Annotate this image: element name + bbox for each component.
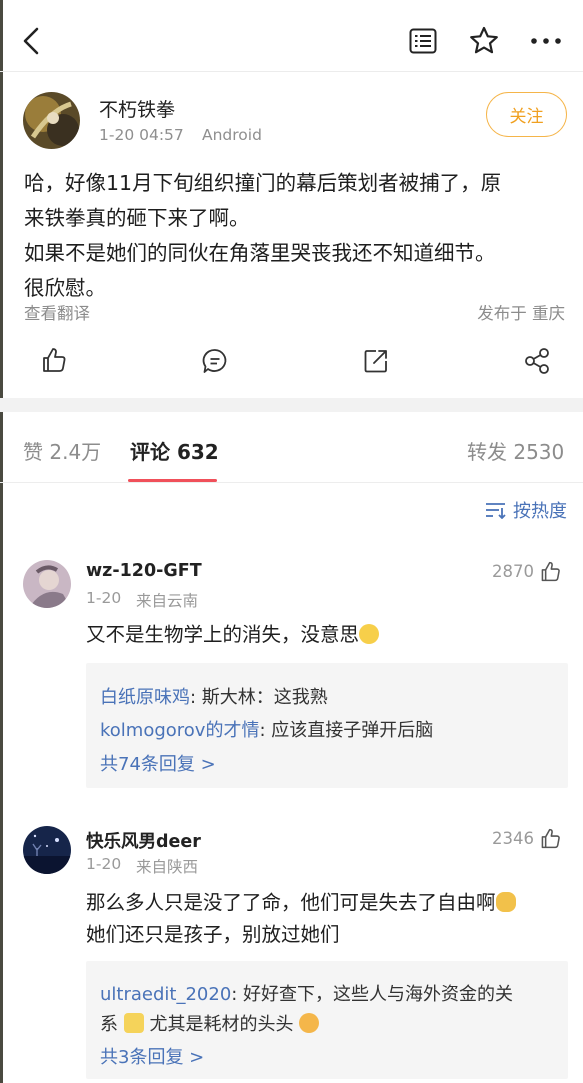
- comment-like-button[interactable]: 2346: [492, 828, 561, 849]
- reply-preview-box[interactable]: 白纸原味鸡: 斯大林：这我熟 kolmogorov的才情: 应该直接子弹开后脑 …: [86, 663, 568, 788]
- reply-text: : 好好查下，这些人与海外资金的关: [231, 984, 514, 1005]
- worker-emoji: [123, 1013, 144, 1033]
- reader-mode-icon[interactable]: [409, 28, 437, 54]
- commenter-avatar[interactable]: [23, 560, 71, 608]
- reply-line: kolmogorov的才情: 应该直接子弹开后脑: [100, 716, 433, 742]
- view-all-replies-link[interactable]: 共3条回复 >: [100, 1043, 204, 1069]
- post-text-line: 如果不是她们的同伙在角落里哭丧我还不知道细节。: [24, 241, 496, 265]
- post-source: Android: [202, 126, 262, 144]
- comment-date: 1-20: [86, 589, 122, 607]
- comment-like-count: 2346: [492, 829, 534, 848]
- comment-text-content: 又不是生物学上的消失，没意思: [86, 623, 360, 646]
- comment-text-line: 她们还只是孩子，别放过她们: [86, 923, 340, 946]
- post-body: 哈，好像11月下旬组织撞门的幕后策划者被捕了，原 来铁拳真的砸下来了啊。 如果不…: [24, 166, 569, 306]
- post-text-line: 来铁拳真的砸下来了啊。: [24, 206, 250, 230]
- comment-region: 来自陕西: [136, 858, 199, 876]
- comment-date: 1-20: [86, 855, 122, 873]
- reply-author[interactable]: kolmogorov的才情: [100, 720, 259, 741]
- commenter-name[interactable]: wz-120-GFT: [86, 561, 202, 581]
- doge-emoji: [495, 892, 516, 912]
- back-arrow-icon[interactable]: [20, 26, 42, 56]
- sort-icon: [485, 501, 507, 519]
- tab-likes[interactable]: 赞 2.4万: [23, 436, 101, 465]
- translate-link[interactable]: 查看翻译: [24, 300, 90, 324]
- tabs-divider: [0, 482, 583, 483]
- reply-line: 系 尤其是耗材的头头: [100, 1010, 320, 1036]
- author-name[interactable]: 不朽铁拳: [99, 95, 175, 122]
- star-icon[interactable]: [469, 26, 499, 55]
- comment-region: 来自云南: [136, 592, 199, 610]
- more-dots-icon[interactable]: [530, 37, 562, 45]
- repost-icon[interactable]: [363, 348, 389, 374]
- author-avatar[interactable]: [23, 92, 80, 149]
- post-location: 发布于 重庆: [477, 304, 565, 323]
- thumbs-up-icon: [540, 561, 561, 582]
- comment-text-line: 那么多人只是没了了命，他们可是失去了自由啊: [86, 891, 496, 914]
- comment-text: 那么多人只是没了了命，他们可是失去了自由啊 她们还只是孩子，别放过她们: [86, 887, 516, 951]
- section-divider: [0, 398, 583, 412]
- thinking-emoji: [359, 624, 380, 644]
- commenter-avatar[interactable]: [23, 826, 71, 874]
- comment-like-count: 2870: [492, 562, 534, 581]
- reply-text: : 斯大林：这我熟: [190, 687, 328, 708]
- reply-text: 尤其是耗材的头头: [143, 1014, 300, 1035]
- thumbs-up-icon[interactable]: [41, 347, 67, 373]
- smirk-emoji: [299, 1013, 320, 1033]
- commenter-name[interactable]: 快乐风男deer: [86, 828, 201, 853]
- comment-bubble-icon[interactable]: [202, 348, 228, 374]
- tab-reposts[interactable]: 转发 2530: [467, 436, 564, 465]
- thumbs-up-icon: [540, 828, 561, 849]
- post-text-line: 哈，好像11月下旬组织撞门的幕后策划者被捕了，原: [24, 171, 502, 195]
- reply-preview-box[interactable]: ultraedit_2020: 好好查下，这些人与海外资金的关 系 尤其是耗材的…: [86, 961, 568, 1079]
- reply-author[interactable]: 白纸原味鸡: [100, 687, 190, 708]
- window-edge: [0, 0, 3, 1083]
- sort-label: 按热度: [513, 501, 567, 522]
- reply-text: 系: [100, 1014, 118, 1035]
- view-all-replies-link[interactable]: 共74条回复 >: [100, 750, 216, 776]
- reply-text: : 应该直接子弹开后脑: [259, 720, 434, 741]
- reply-line: ultraedit_2020: 好好查下，这些人与海外资金的关: [100, 980, 513, 1006]
- reply-line: 白纸原味鸡: 斯大林：这我熟: [100, 683, 328, 709]
- follow-button[interactable]: 关注: [486, 92, 567, 137]
- reply-author[interactable]: ultraedit_2020: [100, 984, 231, 1005]
- tab-comments[interactable]: 评论 632: [130, 436, 219, 465]
- comment-text: 又不是生物学上的消失，没意思: [86, 619, 380, 651]
- post-time: 1-20 04:57: [99, 126, 184, 144]
- sort-by-hot-button[interactable]: 按热度: [485, 497, 567, 523]
- comment-like-button[interactable]: 2870: [492, 561, 561, 582]
- share-icon[interactable]: [524, 348, 550, 374]
